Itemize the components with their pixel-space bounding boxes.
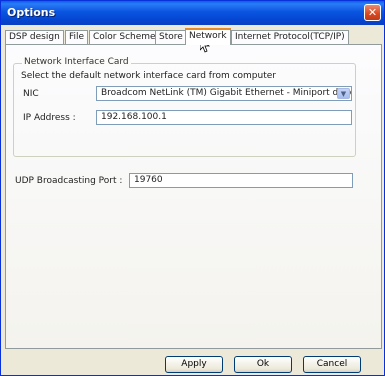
options-dialog: Options ✕ DSP design File Color Scheme S…	[0, 0, 385, 376]
window-title: Options	[7, 6, 56, 19]
close-icon: ✕	[367, 6, 378, 19]
tab-strip: DSP design File Color Scheme Store Netwo…	[5, 28, 382, 45]
nic-select[interactable]: Broadcom NetLink (TM) Gigabit Ethernet -…	[96, 86, 352, 101]
ip-address-label: IP Address :	[23, 113, 76, 123]
tab-network[interactable]: Network	[185, 28, 231, 45]
network-card-group-title: Network Interface Card	[22, 57, 131, 67]
close-button[interactable]: ✕	[364, 4, 381, 21]
udp-port-label: UDP Broadcasting Port :	[15, 176, 123, 186]
chevron-down-icon[interactable]: ▼	[337, 88, 350, 99]
tab-color-scheme[interactable]: Color Scheme	[89, 30, 160, 44]
nic-description: Select the default network interface car…	[21, 71, 276, 81]
ip-address-field[interactable]: 192.168.100.1	[96, 110, 352, 125]
tab-dsp-design[interactable]: DSP design	[5, 30, 64, 44]
tab-internet-protocol[interactable]: Internet Protocol(TCP/IP)	[231, 30, 349, 44]
ok-button[interactable]: Ok	[234, 356, 292, 373]
nic-select-value: Broadcom NetLink (TM) Gigabit Ethernet -…	[101, 88, 352, 98]
tab-store[interactable]: Store	[155, 30, 187, 44]
udp-port-field[interactable]: 19760	[129, 173, 353, 188]
cancel-button[interactable]: Cancel	[303, 356, 361, 373]
nic-label: NIC	[23, 89, 39, 99]
apply-button[interactable]: Apply	[165, 356, 223, 373]
tab-file[interactable]: File	[65, 30, 89, 44]
title-bar[interactable]: Options ✕	[1, 1, 384, 25]
